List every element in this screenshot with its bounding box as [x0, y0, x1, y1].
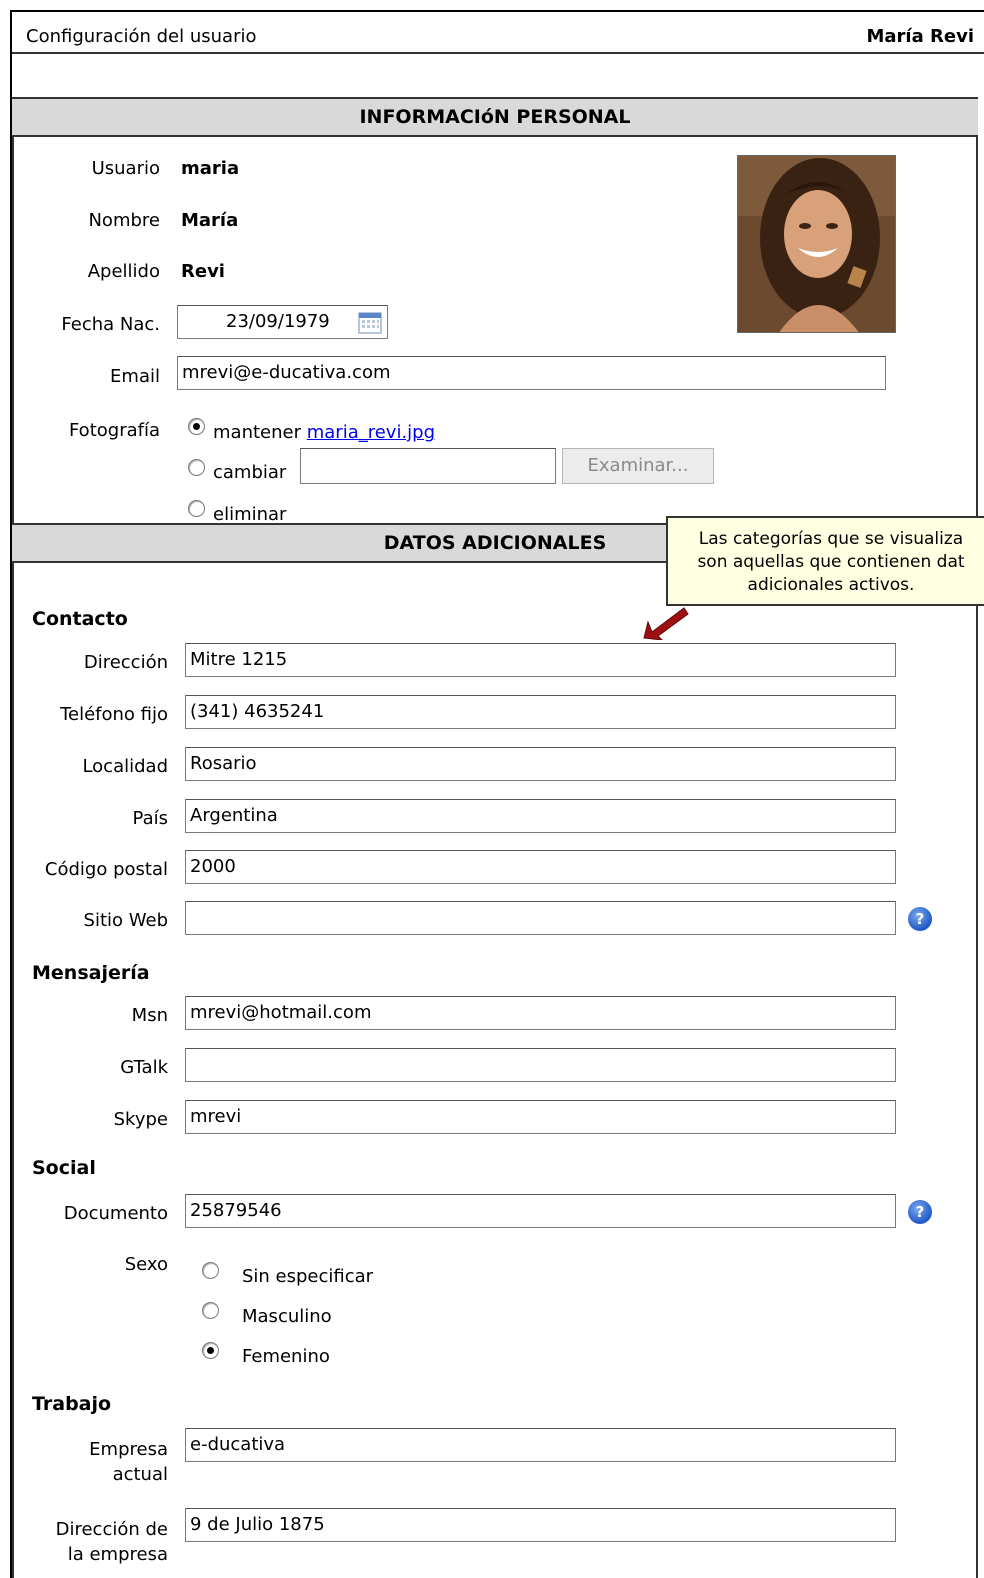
empresa-label-line2: actual — [112, 1464, 168, 1485]
localidad-field[interactable]: Rosario — [185, 747, 896, 781]
help-icon[interactable]: ? — [908, 907, 932, 931]
email-label: Email — [110, 366, 160, 387]
mantener-label: mantener — [213, 422, 301, 443]
gtalk-label: GTalk — [120, 1057, 168, 1078]
sitio-web-label: Sitio Web — [83, 910, 168, 931]
radio-eliminar[interactable] — [188, 500, 205, 517]
tooltip-line: son aquellas que contienen dat — [697, 552, 965, 572]
direccion-label: Dirección — [83, 652, 168, 673]
localidad-label: Localidad — [82, 756, 168, 777]
cambiar-label: cambiar — [213, 462, 287, 483]
category-contacto: Contacto — [32, 608, 128, 630]
dir-empresa-label-line1: Dirección de — [55, 1519, 168, 1540]
sexo-option-label: Masculino — [242, 1306, 332, 1327]
documento-field[interactable]: 25879546 — [185, 1194, 896, 1228]
category-trabajo: Trabajo — [32, 1393, 112, 1415]
gtalk-field[interactable] — [185, 1048, 896, 1082]
direccion-field[interactable]: Mitre 1215 — [185, 643, 896, 677]
pais-field[interactable]: Argentina — [185, 799, 896, 833]
profile-photo — [737, 155, 896, 333]
dir-empresa-label-line2: la empresa — [67, 1544, 168, 1565]
telefono-label: Teléfono fijo — [60, 704, 168, 725]
nombre-label: Nombre — [88, 210, 160, 231]
calendar-icon[interactable] — [358, 312, 382, 334]
msn-label: Msn — [131, 1005, 168, 1026]
current-user-name: María Revi — [866, 26, 975, 47]
photo-file-link[interactable]: maria_revi.jpg — [307, 422, 435, 443]
tooltip-arrow-icon — [643, 607, 689, 640]
msn-field[interactable]: mrevi@hotmail.com — [185, 996, 896, 1030]
apellido-value: Revi — [181, 261, 225, 282]
usuario-label: Usuario — [91, 158, 160, 179]
documento-label: Documento — [63, 1203, 168, 1224]
nombre-value: María — [181, 210, 239, 231]
email-field[interactable]: mrevi@e-ducativa.com — [177, 356, 886, 390]
empresa-label-line1: Empresa — [89, 1439, 168, 1460]
skype-field[interactable]: mrevi — [185, 1100, 896, 1134]
fotografia-label: Fotografía — [68, 420, 160, 441]
codigo-postal-label: Código postal — [44, 859, 168, 880]
browse-button[interactable]: Examinar... — [562, 448, 714, 484]
pais-label: País — [132, 808, 168, 829]
sexo-option-label: Femenino — [242, 1346, 330, 1367]
tooltip-line: Las categorías que se visualiza — [698, 529, 964, 549]
skype-label: Skype — [113, 1109, 168, 1130]
radio-mantener[interactable] — [188, 418, 205, 435]
tooltip-line: adicionales activos. — [747, 575, 915, 595]
usuario-value: maria — [181, 158, 240, 179]
sitio-web-field[interactable] — [185, 901, 896, 935]
radio-cambiar[interactable] — [188, 459, 205, 476]
codigo-postal-field[interactable]: 2000 — [185, 850, 896, 884]
direccion-empresa-field[interactable]: 9 de Julio 1875 — [185, 1508, 896, 1542]
sexo-option-label: Sin especificar — [242, 1266, 374, 1287]
telefono-field[interactable]: (341) 4635241 — [185, 695, 896, 729]
category-mensajeria: Mensajería — [32, 962, 150, 984]
fecha-nac-label: Fecha Nac. — [61, 314, 160, 335]
radio-sexo-masculino[interactable] — [202, 1302, 219, 1319]
category-social: Social — [32, 1157, 96, 1179]
eliminar-label: eliminar — [213, 504, 287, 525]
direccion-empresa-label: Dirección de la empresa — [14, 1517, 168, 1567]
photo-file-input[interactable] — [300, 448, 556, 484]
apellido-label: Apellido — [87, 261, 160, 282]
section-header-personal: INFORMACIóN PERSONAL — [12, 97, 978, 137]
empresa-actual-label: Empresa actual — [20, 1437, 168, 1487]
sexo-label: Sexo — [124, 1254, 168, 1275]
fecha-nac-field[interactable]: 23/09/1979 — [177, 305, 388, 339]
help-icon[interactable]: ? — [908, 1200, 932, 1224]
empresa-actual-field[interactable]: e-ducativa — [185, 1428, 896, 1462]
page-title: Configuración del usuario — [26, 26, 257, 47]
mantener-option: mantener maria_revi.jpg — [213, 422, 435, 443]
categories-tooltip: Las categorías que se visualiza son aque… — [666, 516, 984, 606]
top-bar: Configuración del usuario María Revi — [12, 12, 984, 54]
radio-sexo-sin-especificar[interactable] — [202, 1262, 219, 1279]
radio-sexo-femenino[interactable] — [202, 1342, 219, 1359]
